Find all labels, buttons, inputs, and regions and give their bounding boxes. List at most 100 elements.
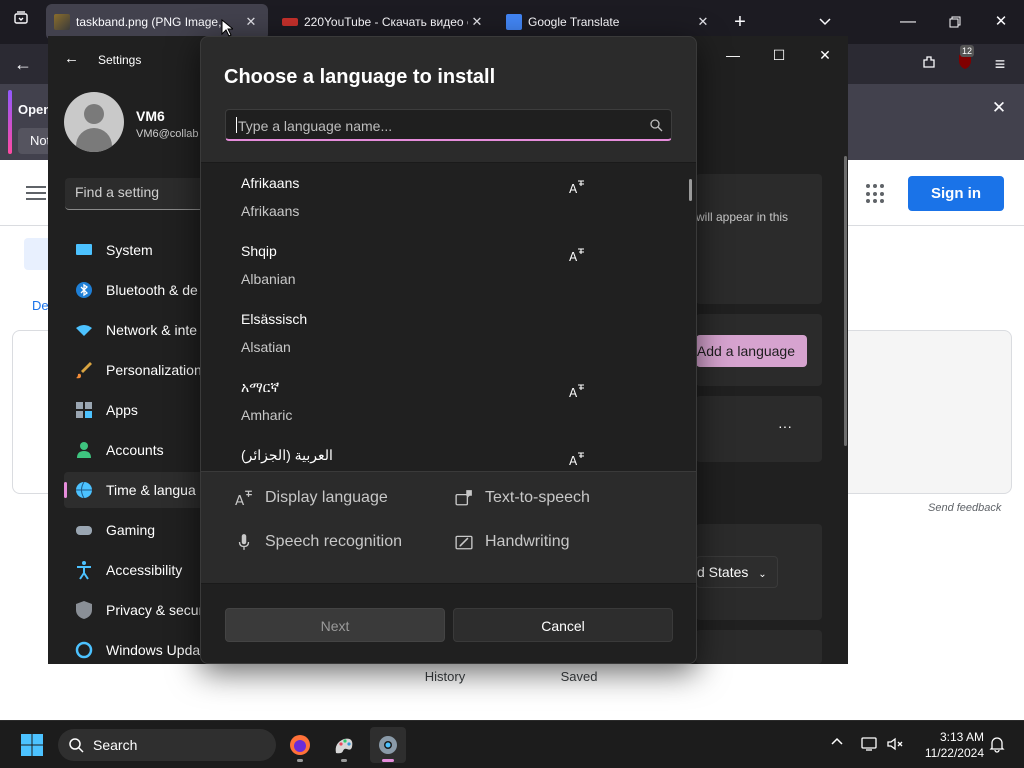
firefox-icon [290, 735, 310, 755]
bluetooth-icon [76, 282, 92, 298]
language-item[interactable]: Shqip Albanian A [201, 231, 681, 299]
feature-text-to-speech: Text-to-speech [455, 489, 590, 507]
search-placeholder: Type a language name... [238, 118, 393, 134]
nav-label: Accessibility [106, 562, 183, 578]
dialog-title: Choose a language to install [224, 66, 496, 88]
back-arrow-icon[interactable]: ← [64, 50, 79, 67]
time-language-icon [76, 481, 92, 499]
settings-card [696, 630, 822, 664]
language-item[interactable]: አማርኛ Amharic A [201, 367, 681, 435]
google-translate-favicon-icon [506, 14, 522, 30]
region-dropdown[interactable]: d States ⌄ [696, 556, 778, 588]
language-native-name: Afrikaans [241, 175, 300, 191]
close-tab-icon[interactable]: ✕ [242, 14, 260, 30]
language-item[interactable]: Elsässisch Alsatian [201, 299, 681, 367]
network-icon [76, 325, 92, 336]
close-notification-icon[interactable]: ✕ [984, 93, 1014, 123]
feature-label: Display language [265, 489, 388, 506]
minimize-icon[interactable]: — [893, 7, 923, 37]
region-card: d States ⌄ [696, 524, 822, 620]
sign-in-button[interactable]: Sign in [908, 176, 1004, 211]
network-icon[interactable] [860, 736, 878, 752]
language-english-name: Afrikaans [241, 203, 300, 219]
browser-tab-translate[interactable]: Google Translate ✕ [498, 4, 720, 40]
restore-icon[interactable] [940, 7, 970, 37]
menu-icon[interactable]: ≡ [985, 49, 1015, 79]
clock-time: 3:13 AM [939, 730, 984, 744]
volume-muted-icon[interactable] [886, 736, 904, 752]
youtube-favicon-icon [282, 18, 298, 26]
add-language-button[interactable]: Add a language [696, 335, 807, 367]
language-english-name: Amharic [241, 407, 293, 423]
nav-label: Personalization [106, 362, 202, 378]
chevron-down-icon[interactable] [810, 7, 840, 37]
minimize-icon[interactable]: — [710, 40, 756, 70]
dialog-footer: Next Cancel [201, 583, 696, 663]
cancel-button[interactable]: Cancel [453, 608, 673, 642]
close-tab-icon[interactable]: ✕ [468, 14, 486, 30]
apps-grid-icon[interactable] [866, 184, 886, 204]
new-tab-icon[interactable]: + [725, 7, 755, 37]
settings-title: Settings [98, 53, 142, 67]
brush-icon [76, 362, 92, 379]
browser-tab-youtube[interactable]: 220YouTube - Скачать видео с ✕ [274, 4, 494, 40]
language-item[interactable]: العربية (الجزائر) A [201, 435, 681, 471]
nav-label: Windows Upda [106, 642, 201, 658]
system-icon [76, 244, 92, 255]
windows-start-icon[interactable] [20, 733, 44, 757]
badge-count: 12 [960, 45, 975, 57]
browser-tab-png[interactable]: taskband.png (PNG Image, ✕ [46, 4, 268, 40]
language-english-name: Alsatian [241, 339, 291, 355]
display-language-icon: A [569, 248, 584, 263]
next-button[interactable]: Next [225, 608, 445, 642]
close-window-icon[interactable]: ✕ [986, 7, 1016, 37]
back-arrow-icon[interactable]: ← [8, 49, 38, 79]
history-label[interactable]: History [400, 669, 490, 684]
svg-text:A: A [569, 250, 578, 263]
language-tab[interactable]: De [32, 298, 49, 313]
more-options-icon[interactable]: ··· [778, 418, 792, 434]
region-value: d States [697, 564, 749, 580]
nav-label: Network & inte [106, 322, 198, 338]
add-language-card: Add a language [696, 314, 822, 386]
source-text-box[interactable] [12, 330, 52, 494]
avatar[interactable] [64, 92, 124, 152]
gaming-icon [76, 526, 92, 535]
settings-app[interactable] [370, 727, 406, 763]
system-clock[interactable]: 3:13 AM 11/22/2024 [916, 729, 984, 761]
tab-title: 220YouTube - Скачать видео с [304, 15, 468, 29]
hamburger-menu-icon[interactable] [26, 186, 46, 200]
mouse-cursor-icon [221, 19, 233, 37]
nav-label: Bluetooth & de [106, 282, 198, 298]
nav-label: System [106, 242, 153, 258]
tab-list-icon[interactable] [6, 7, 36, 37]
language-search-input[interactable]: Type a language name... [225, 109, 672, 141]
taskbar-search[interactable]: Search [58, 729, 276, 761]
close-window-icon[interactable]: ✕ [802, 40, 848, 70]
nav-label: Privacy & secur [106, 602, 204, 618]
nav-label: Apps [106, 402, 138, 418]
nav-label: Accounts [106, 442, 164, 458]
feature-label: Speech recognition [265, 533, 402, 550]
language-list: Afrikaans Afrikaans A Shqip Albanian A E… [201, 162, 696, 472]
ublock-icon[interactable]: 12 [950, 45, 980, 79]
list-scrollbar-thumb[interactable] [689, 179, 692, 201]
text-to-speech-icon [455, 490, 472, 506]
language-item[interactable]: Afrikaans Afrikaans A [201, 163, 681, 231]
maximize-icon[interactable]: ☐ [756, 40, 802, 70]
feature-label: Text-to-speech [485, 489, 590, 506]
notification-bell-icon[interactable] [988, 735, 1006, 753]
extensions-icon[interactable] [914, 49, 944, 79]
settings-scrollbar[interactable] [844, 156, 847, 446]
taskbar-search-label: Search [93, 737, 138, 753]
text-caret [236, 117, 237, 133]
feature-display-language: A Display language [235, 489, 388, 507]
close-tab-icon[interactable]: ✕ [694, 14, 712, 30]
paint-app[interactable] [326, 727, 362, 763]
svg-text:A: A [569, 386, 578, 399]
gear-icon [379, 736, 397, 754]
send-feedback-link[interactable]: Send feedback [928, 502, 1001, 514]
chevron-up-icon[interactable] [830, 735, 844, 752]
firefox-app[interactable] [282, 727, 318, 763]
saved-label[interactable]: Saved [540, 669, 618, 684]
